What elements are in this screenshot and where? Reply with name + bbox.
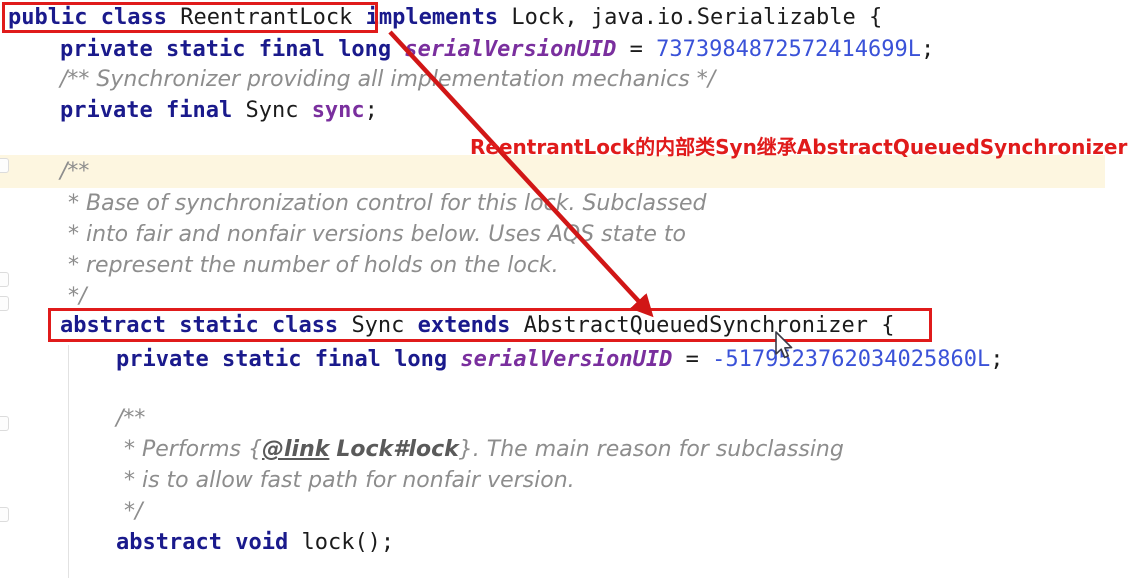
code-token: * is to allow fast path for nonfair vers… [124,468,575,493]
code-line[interactable]: * Performs {@link Lock#lock}. The main r… [0,434,1148,466]
code-line[interactable]: public class ReentrantLock implements Lo… [0,2,1148,34]
code-line[interactable]: private static final long serialVersionU… [0,34,1148,66]
code-token: class [271,313,339,338]
code-token: Sync [245,98,299,123]
code-token: }. The main reason for subclassing [458,437,844,462]
code-token: private [116,347,209,372]
code-token: final [258,37,325,62]
code-editor[interactable]: public class ReentrantLock implements Lo… [0,0,1148,578]
code-token: abstract [60,313,166,338]
code-token: public [8,5,88,30]
code-line[interactable]: /** [0,156,1148,188]
code-token: { [868,313,895,338]
code-line[interactable]: private static final long serialVersionU… [0,344,1148,376]
code-line[interactable]: /** Synchronizer providing all implement… [0,64,1148,96]
code-token: */ [124,499,143,524]
code-line[interactable]: * into fair and nonfair versions below. … [0,219,1148,251]
code-token: serialVersionUID [460,347,673,372]
code-token: lock [301,530,355,555]
code-token: class [100,5,167,30]
code-token: long [338,37,392,62]
code-token: private [60,98,153,123]
annotation-label: ReentrantLock的内部类Syn继承AbstractQueuedSync… [470,135,1128,159]
code-token: Sync [351,313,405,338]
code-line[interactable]: /** [0,403,1148,435]
code-token: sync [311,98,365,123]
code-token: private [60,37,153,62]
code-token: @link [261,437,330,462]
code-token: void [235,530,289,555]
code-token: (); [354,530,395,555]
code-token: AbstractQueuedSynchronizer [523,313,869,338]
code-token: extends [417,313,511,338]
code-token: ReentrantLock [180,5,353,30]
code-token: * Base of synchronization control for th… [68,191,707,216]
code-token: * into fair and nonfair versions below. … [68,222,686,247]
code-line[interactable]: */ [0,496,1148,528]
code-token: = [672,347,713,372]
code-token: static [221,347,302,372]
code-line[interactable]: abstract void lock(); [0,527,1148,559]
code-line[interactable]: abstract static class Sync extends Abstr… [0,310,1148,342]
code-token: /** [60,159,90,184]
code-token: */ [68,284,87,309]
code-token: Lock, java.io.Serializable { [511,5,883,30]
code-token: final [165,98,233,123]
code-token: 7373984872572414699L [656,37,921,62]
code-token: static [179,313,259,338]
code-line[interactable]: * Base of synchronization control for th… [0,188,1148,220]
code-token: * Performs { [124,437,262,462]
code-token: ; [364,98,378,123]
code-token: serialVersionUID [404,37,617,62]
code-token: ; [990,347,1004,372]
code-token: /** Synchronizer providing all implement… [60,67,716,92]
code-token: Lock#lock [336,437,459,462]
code-token: ; [921,37,935,62]
code-line[interactable]: * is to allow fast path for nonfair vers… [0,465,1148,497]
code-line[interactable]: */ [0,281,1148,313]
code-token: /** [116,406,146,431]
code-line[interactable]: * represent the number of holds on the l… [0,250,1148,282]
code-token: -5179523762034025860L [712,347,991,372]
code-token: final [314,347,381,372]
code-token: * represent the number of holds on the l… [68,253,559,278]
code-token: static [165,37,246,62]
code-token: implements [365,5,499,30]
code-token: abstract [116,530,222,555]
code-token: long [394,347,448,372]
code-token: = [616,37,657,62]
code-line[interactable]: private final Sync sync; [0,95,1148,127]
